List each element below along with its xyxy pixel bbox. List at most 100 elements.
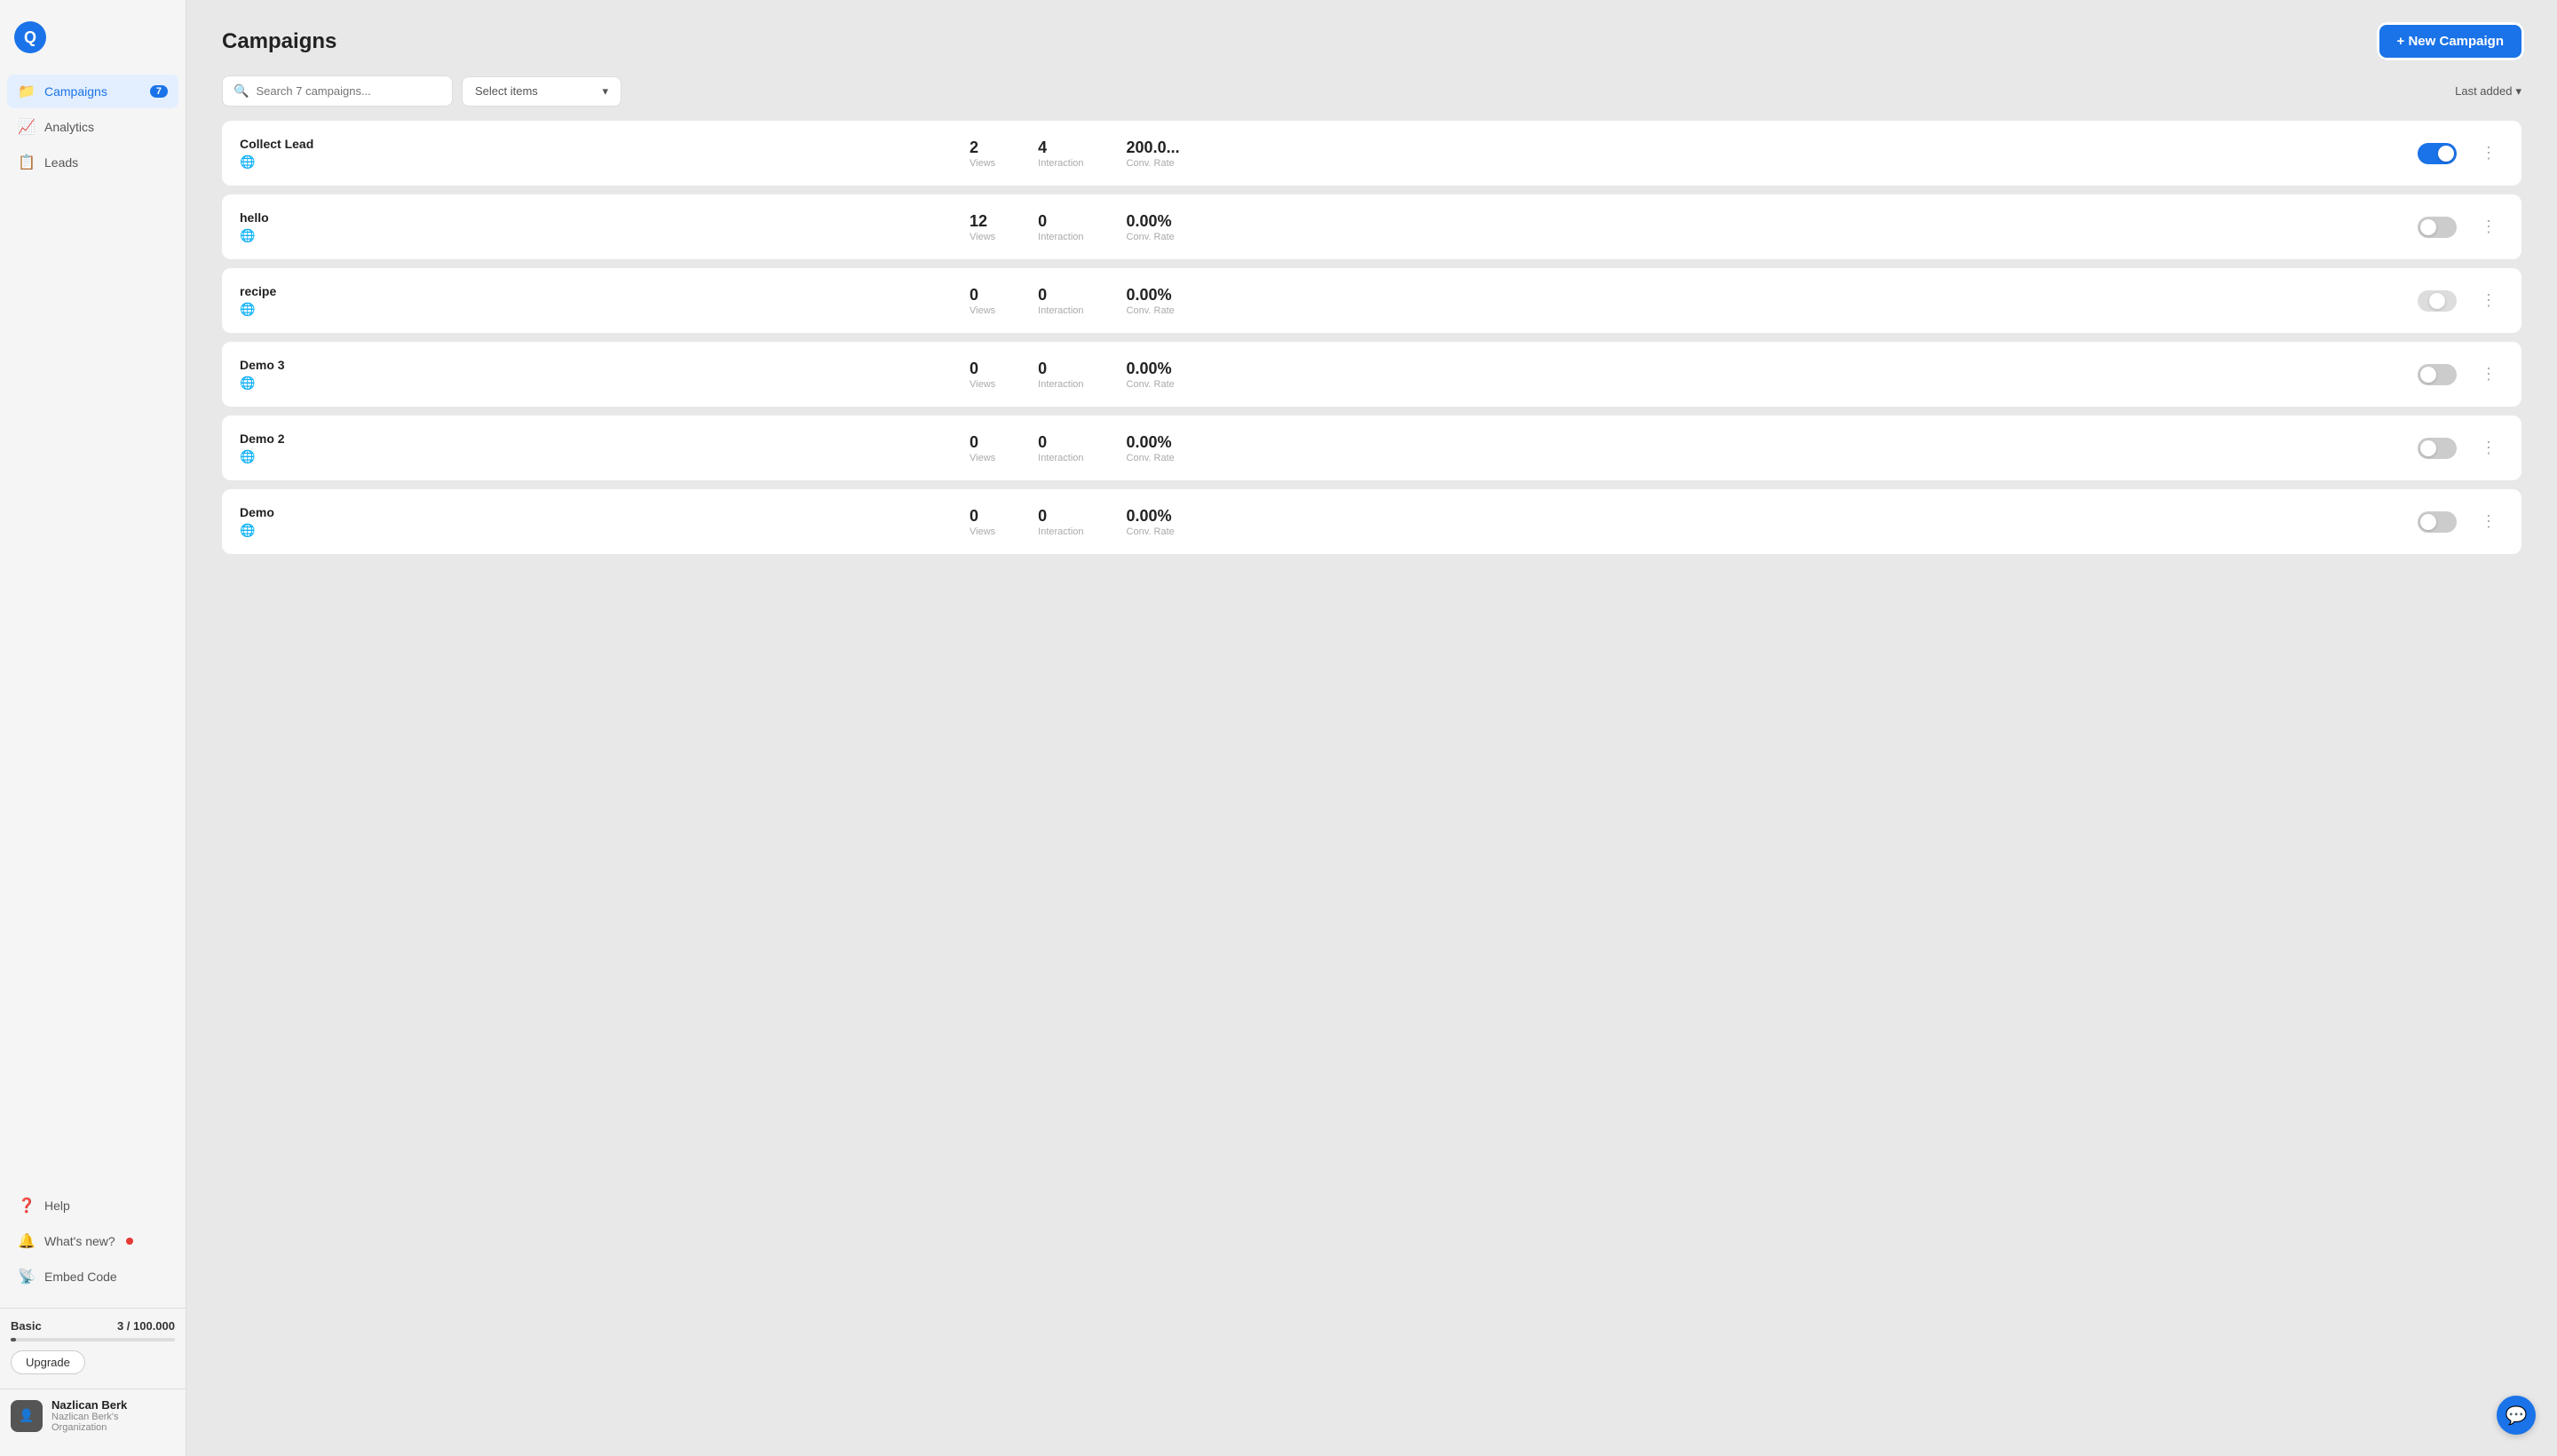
interaction-label: Interaction — [1038, 158, 1083, 169]
interaction-value: 0 — [1038, 507, 1047, 526]
app-logo[interactable]: Q — [0, 14, 186, 75]
campaign-info: Collect Lead 🌐 — [240, 137, 955, 170]
interaction-stat: 4 Interaction — [1038, 138, 1083, 169]
user-info: Nazlican Berk Nazlican Berk's Organizati… — [51, 1398, 175, 1433]
views-stat: 2 Views — [970, 138, 995, 169]
user-name: Nazlican Berk — [51, 1398, 175, 1412]
toggle-knob — [2429, 293, 2445, 309]
campaign-toggle[interactable] — [2418, 438, 2457, 459]
conv-rate-value: 200.0... — [1127, 138, 1180, 157]
campaign-toggle[interactable] — [2418, 290, 2457, 312]
sort-control[interactable]: Last added ▾ — [2455, 84, 2521, 99]
interaction-label: Interaction — [1038, 305, 1083, 316]
toolbar-left: 🔍 Select items ▾ — [222, 75, 621, 107]
views-value: 0 — [970, 507, 978, 526]
conv-rate-label: Conv. Rate — [1127, 526, 1175, 537]
toggle-wrap — [2415, 143, 2459, 164]
campaign-toggle[interactable] — [2418, 364, 2457, 385]
campaigns-icon: 📁 — [18, 83, 36, 100]
campaign-info: recipe 🌐 — [240, 284, 955, 317]
conv-rate-value: 0.00% — [1127, 433, 1172, 452]
views-stat: 12 Views — [970, 212, 995, 242]
sidebar-item-analytics[interactable]: 📈 Analytics — [7, 110, 178, 144]
campaign-info: Demo 2 🌐 — [240, 431, 955, 464]
interaction-value: 0 — [1038, 360, 1047, 378]
campaign-name: Collect Lead — [240, 137, 955, 151]
more-options-button[interactable]: ⋮ — [2474, 140, 2504, 166]
views-stat: 0 Views — [970, 507, 995, 537]
sidebar-item-label: Help — [44, 1199, 70, 1213]
conv-rate-label: Conv. Rate — [1127, 158, 1175, 169]
sidebar-item-label: Campaigns — [44, 84, 107, 99]
plan-progress-bar — [11, 1338, 175, 1341]
more-options-button[interactable]: ⋮ — [2474, 509, 2504, 534]
main-header: Campaigns + New Campaign — [186, 0, 2557, 75]
toggle-wrap — [2415, 290, 2459, 312]
campaign-info: Demo 🌐 — [240, 505, 955, 538]
campaign-name: hello — [240, 210, 955, 225]
help-icon: ❓ — [18, 1197, 36, 1215]
select-items-dropdown[interactable]: Select items ▾ — [462, 76, 621, 107]
interaction-stat: 0 Interaction — [1038, 507, 1083, 537]
more-options-button[interactable]: ⋮ — [2474, 288, 2504, 313]
interaction-stat: 0 Interaction — [1038, 212, 1083, 242]
campaign-toggle[interactable] — [2418, 511, 2457, 533]
campaign-stats: 12 Views 0 Interaction 0.00% Conv. Rate — [970, 212, 2401, 242]
conv-rate-stat: 0.00% Conv. Rate — [1127, 212, 1175, 242]
views-stat: 0 Views — [970, 360, 995, 390]
upgrade-button[interactable]: Upgrade — [11, 1350, 85, 1374]
bell-icon: 🔔 — [18, 1232, 36, 1250]
toggle-knob — [2420, 367, 2436, 383]
campaign-name: Demo 2 — [240, 431, 955, 446]
chat-bubble-button[interactable]: 💬 — [2497, 1396, 2536, 1435]
campaign-name: Demo 3 — [240, 358, 955, 372]
logo-icon: Q — [14, 21, 46, 53]
plan-name: Basic — [11, 1319, 42, 1333]
campaigns-list: Collect Lead 🌐 2 Views 4 Interaction 200… — [186, 121, 2557, 1456]
campaign-info: Demo 3 🌐 — [240, 358, 955, 391]
conv-rate-stat: 0.00% Conv. Rate — [1127, 433, 1175, 463]
select-items-label: Select items — [475, 84, 538, 98]
campaign-type-icon: 🌐 — [240, 302, 255, 316]
views-stat: 0 Views — [970, 286, 995, 316]
campaign-toggle[interactable] — [2418, 143, 2457, 164]
new-campaign-button[interactable]: + New Campaign — [2379, 25, 2521, 58]
sidebar-item-whats-new[interactable]: 🔔 What's new? — [7, 1224, 178, 1258]
interaction-stat: 0 Interaction — [1038, 286, 1083, 316]
interaction-label: Interaction — [1038, 232, 1083, 242]
interaction-label: Interaction — [1038, 379, 1083, 390]
more-options-button[interactable]: ⋮ — [2474, 361, 2504, 387]
sidebar-item-label: Leads — [44, 155, 78, 170]
search-input[interactable] — [256, 84, 441, 98]
more-options-button[interactable]: ⋮ — [2474, 214, 2504, 240]
sidebar-item-label: What's new? — [44, 1234, 115, 1248]
views-value: 2 — [970, 138, 978, 157]
more-options-button[interactable]: ⋮ — [2474, 435, 2504, 461]
toggle-wrap — [2415, 438, 2459, 459]
avatar-icon: 👤 — [19, 1408, 34, 1423]
campaign-card: hello 🌐 12 Views 0 Interaction 0.00% Con… — [222, 194, 2521, 259]
sidebar-item-campaigns[interactable]: 📁 Campaigns 7 — [7, 75, 178, 108]
search-box[interactable]: 🔍 — [222, 75, 453, 107]
toggle-knob — [2438, 146, 2454, 162]
conv-rate-stat: 0.00% Conv. Rate — [1127, 507, 1175, 537]
campaign-toggle[interactable] — [2418, 217, 2457, 238]
campaign-type-icon: 🌐 — [240, 376, 255, 390]
main-content: Campaigns + New Campaign 🔍 Select items … — [186, 0, 2557, 1456]
analytics-icon: 📈 — [18, 118, 36, 136]
campaign-type-icon: 🌐 — [240, 154, 255, 169]
plan-usage: 3 / 100.000 — [117, 1319, 175, 1333]
sidebar-item-help[interactable]: ❓ Help — [7, 1189, 178, 1223]
sort-chevron-icon: ▾ — [2515, 84, 2521, 99]
plan-progress-fill — [11, 1338, 16, 1341]
campaigns-badge: 7 — [150, 85, 168, 98]
sidebar-item-embed-code[interactable]: 📡 Embed Code — [7, 1260, 178, 1294]
views-label: Views — [970, 453, 995, 463]
embed-icon: 📡 — [18, 1268, 36, 1286]
leads-icon: 📋 — [18, 154, 36, 171]
chat-icon: 💬 — [2506, 1405, 2528, 1427]
toggle-knob — [2420, 219, 2436, 235]
views-value: 0 — [970, 286, 978, 305]
sidebar-item-leads[interactable]: 📋 Leads — [7, 146, 178, 179]
chevron-down-icon: ▾ — [602, 84, 608, 99]
